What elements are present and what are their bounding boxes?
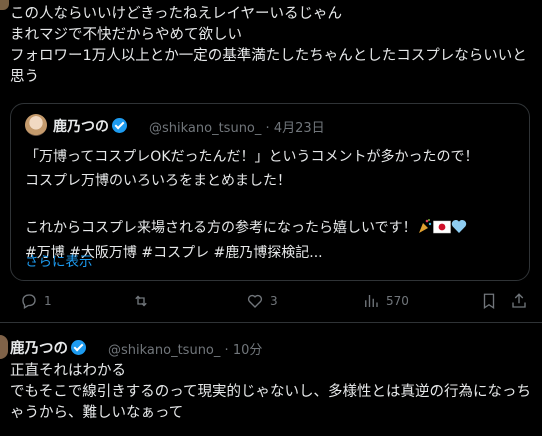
avatar[interactable] [0,0,9,10]
quoted-avatar[interactable] [25,114,47,136]
like-count: 3 [270,294,278,308]
heart-icon [247,294,263,308]
repost-button[interactable] [132,289,156,313]
like-button[interactable]: 3 [246,289,278,313]
avatar[interactable] [0,335,8,359]
verified-badge-icon [112,118,127,133]
author-handle[interactable]: @shikano_tsuno_ [108,343,220,358]
author-meta: @shikano_tsuno_ · 10分 [108,339,262,358]
post-text: 正直それはわかる でもそこで線引きするのって現実的じゃないし、多様性とは真逆の行… [10,363,531,421]
bookmark-button[interactable] [480,289,498,313]
japan-flag-icon [432,219,451,243]
author-name[interactable]: 鹿乃つの [10,337,86,358]
quoted-author-handle[interactable]: @shikano_tsuno_ [149,121,261,136]
repost-icon [135,295,147,307]
quoted-post-date[interactable]: 4月23日 [274,121,325,136]
party-popper-icon [417,218,433,243]
post-time[interactable]: 10分 [233,343,263,358]
share-button[interactable] [510,289,528,313]
show-more-link[interactable]: さらに表示 [25,250,93,270]
share-icon [512,293,526,308]
quoted-author-name-text: 鹿乃つの [53,119,109,135]
author-name-text: 鹿乃つの [10,341,68,357]
reply-post[interactable]: この人ならいいけどきったねえレイヤーいるじゃん まれマジで不快だからやめて欲しい… [0,0,542,322]
quoted-author-name[interactable]: 鹿乃つの [53,116,127,136]
reply-icon [22,294,36,309]
meta-separator: · [224,343,229,358]
light-blue-heart-icon [451,219,467,243]
reply-count: 1 [44,294,52,308]
action-bar: 1 3 570 [10,289,530,313]
quoted-text-line-2: コスプレ万博のいろいろをまとめました！ [25,172,291,189]
bookmark-icon [483,293,495,310]
quoted-author-meta: @shikano_tsuno_ · 4月23日 [149,117,325,136]
verified-badge-icon [71,340,86,355]
bar-chart-icon [365,295,378,307]
reply-post[interactable]: 鹿乃つの @shikano_tsuno_ · 10分 正直それはわかる でもそこ… [0,323,542,436]
post-text: この人ならいいけどきったねえレイヤーいるじゃん まれマジで不快だからやめて欲しい… [10,6,527,85]
quoted-text-line-3: これからコスプレ来場される方の参考になったら嬉しいです！ [25,219,417,236]
quoted-post-text: 「万博ってコスプレOKだったんだ！」というコメントが多かったので！ コスプレ万博… [25,146,525,266]
quoted-text-line-1: 「万博ってコスプレOKだったんだ！」というコメントが多かったので！ [25,149,479,165]
reply-button[interactable]: 1 [20,289,52,313]
quoted-post[interactable]: 鹿乃つの @shikano_tsuno_ · 4月23日 「万博ってコスプレOK… [10,103,530,281]
views-button[interactable]: 570 [362,289,409,313]
views-count: 570 [386,294,409,308]
meta-separator: · [265,121,270,136]
